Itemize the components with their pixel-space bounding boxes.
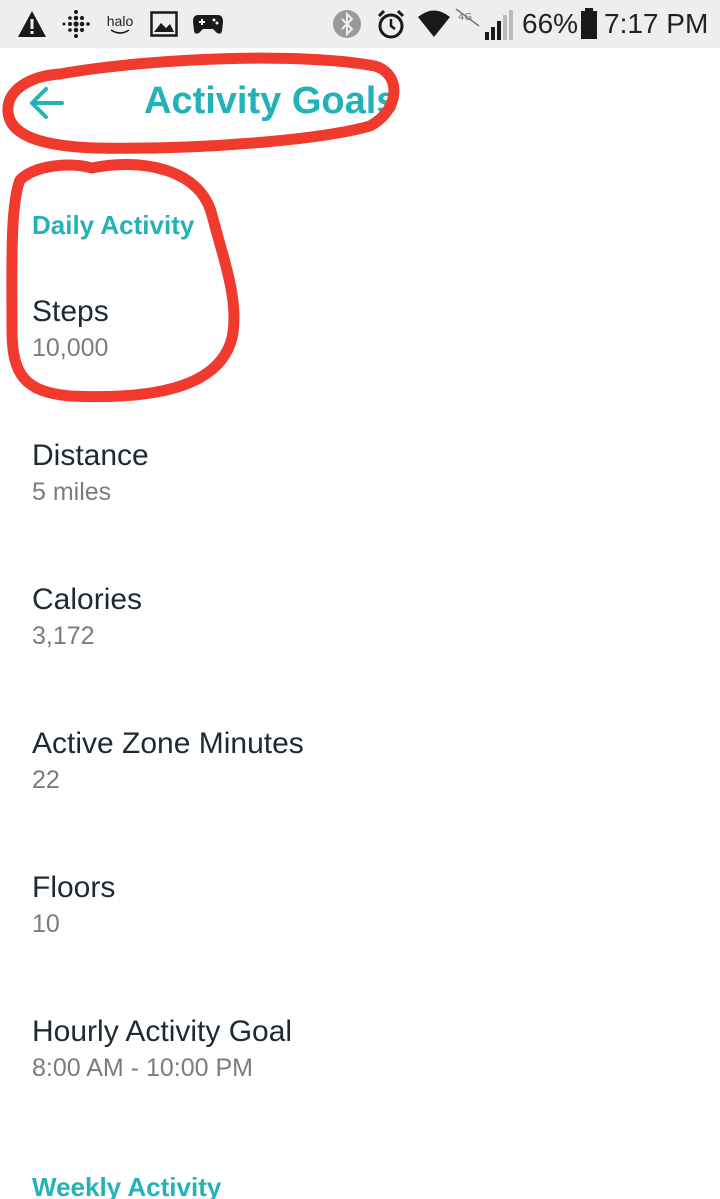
back-button[interactable] <box>26 78 86 128</box>
app-header: Activity Goals <box>0 48 720 158</box>
goal-item-floors[interactable]: Floors 10 <box>0 870 720 980</box>
goal-name: Steps <box>32 295 109 328</box>
status-bar: halo 4G 66% 7:17 PM <box>0 0 720 48</box>
network-label: 4G <box>458 12 472 23</box>
screen: halo 4G 66% 7:17 PM Activity Goals Daily… <box>0 0 720 1199</box>
arrow-left-icon <box>30 87 64 119</box>
goal-item-steps[interactable]: Steps 10,000 <box>0 294 720 404</box>
goal-value: 22 <box>32 766 60 794</box>
goal-item-active-zone-minutes[interactable]: Active Zone Minutes 22 <box>0 726 720 836</box>
goal-name: Distance <box>32 439 149 472</box>
status-time: 7:17 PM <box>604 8 709 39</box>
fitbit-icon <box>60 8 92 40</box>
goal-value: 10 <box>32 910 60 938</box>
goal-name: Floors <box>32 871 116 904</box>
alarm-icon <box>374 8 408 40</box>
section-weekly-activity: Weekly Activity <box>32 1172 222 1199</box>
goal-name: Active Zone Minutes <box>32 727 304 760</box>
bluetooth-icon <box>330 8 364 40</box>
section-daily-activity: Daily Activity <box>32 210 195 240</box>
battery-percentage: 66% <box>522 8 579 39</box>
warning-icon <box>16 8 48 40</box>
mobile-data-icon: 4G <box>454 8 482 40</box>
goal-item-calories[interactable]: Calories 3,172 <box>0 582 720 692</box>
wifi-icon <box>416 8 452 40</box>
goal-item-distance[interactable]: Distance 5 miles <box>0 438 720 548</box>
goal-value: 8:00 AM - 10:00 PM <box>32 1054 253 1082</box>
signal-icon <box>482 8 514 40</box>
goal-value: 3,172 <box>32 622 95 650</box>
goal-name: Hourly Activity Goal <box>32 1015 293 1048</box>
goal-item-hourly-activity-goal[interactable]: Hourly Activity Goal 8:00 AM - 10:00 PM <box>0 1014 720 1124</box>
halo-app-icon: halo <box>104 8 136 40</box>
battery-icon <box>578 8 600 40</box>
page-title: Activity Goals <box>144 80 398 122</box>
image-icon <box>148 8 180 40</box>
halo-label: halo <box>106 13 134 29</box>
gamepad-icon <box>190 8 226 40</box>
goal-name: Calories <box>32 583 143 616</box>
goal-value: 5 miles <box>32 478 112 506</box>
goal-value: 10,000 <box>32 334 109 362</box>
